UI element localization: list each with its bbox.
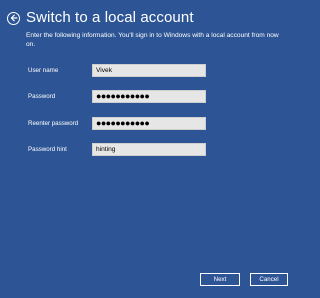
back-arrow-icon: [10, 14, 17, 22]
reenter-password-label: Reenter password: [28, 120, 79, 127]
user-name-input[interactable]: Vivek: [92, 64, 206, 77]
password-row: Password ●●●●●●●●●●●: [28, 90, 210, 104]
password-input[interactable]: ●●●●●●●●●●●: [92, 90, 206, 103]
back-button[interactable]: [7, 11, 20, 25]
user-name-label: User name: [28, 67, 59, 74]
page-description: Enter the following information. You'll …: [26, 32, 279, 48]
page-header: Switch to a local account: [7, 9, 194, 27]
password-hint-input[interactable]: hinting: [92, 143, 206, 156]
local-account-page: Switch to a local account Enter the foll…: [0, 0, 300, 298]
next-button[interactable]: Next: [200, 273, 240, 286]
cancel-button[interactable]: Cancel: [250, 273, 288, 286]
password-hint-row: Password hint hinting: [28, 143, 210, 157]
user-name-row: User name Vivek: [28, 64, 210, 78]
password-hint-label: Password hint: [28, 146, 67, 153]
password-label: Password: [28, 93, 56, 100]
page-title: Switch to a local account: [26, 9, 194, 26]
reenter-password-input[interactable]: ●●●●●●●●●●●: [92, 117, 206, 130]
reenter-password-row: Reenter password ●●●●●●●●●●●: [28, 117, 210, 131]
